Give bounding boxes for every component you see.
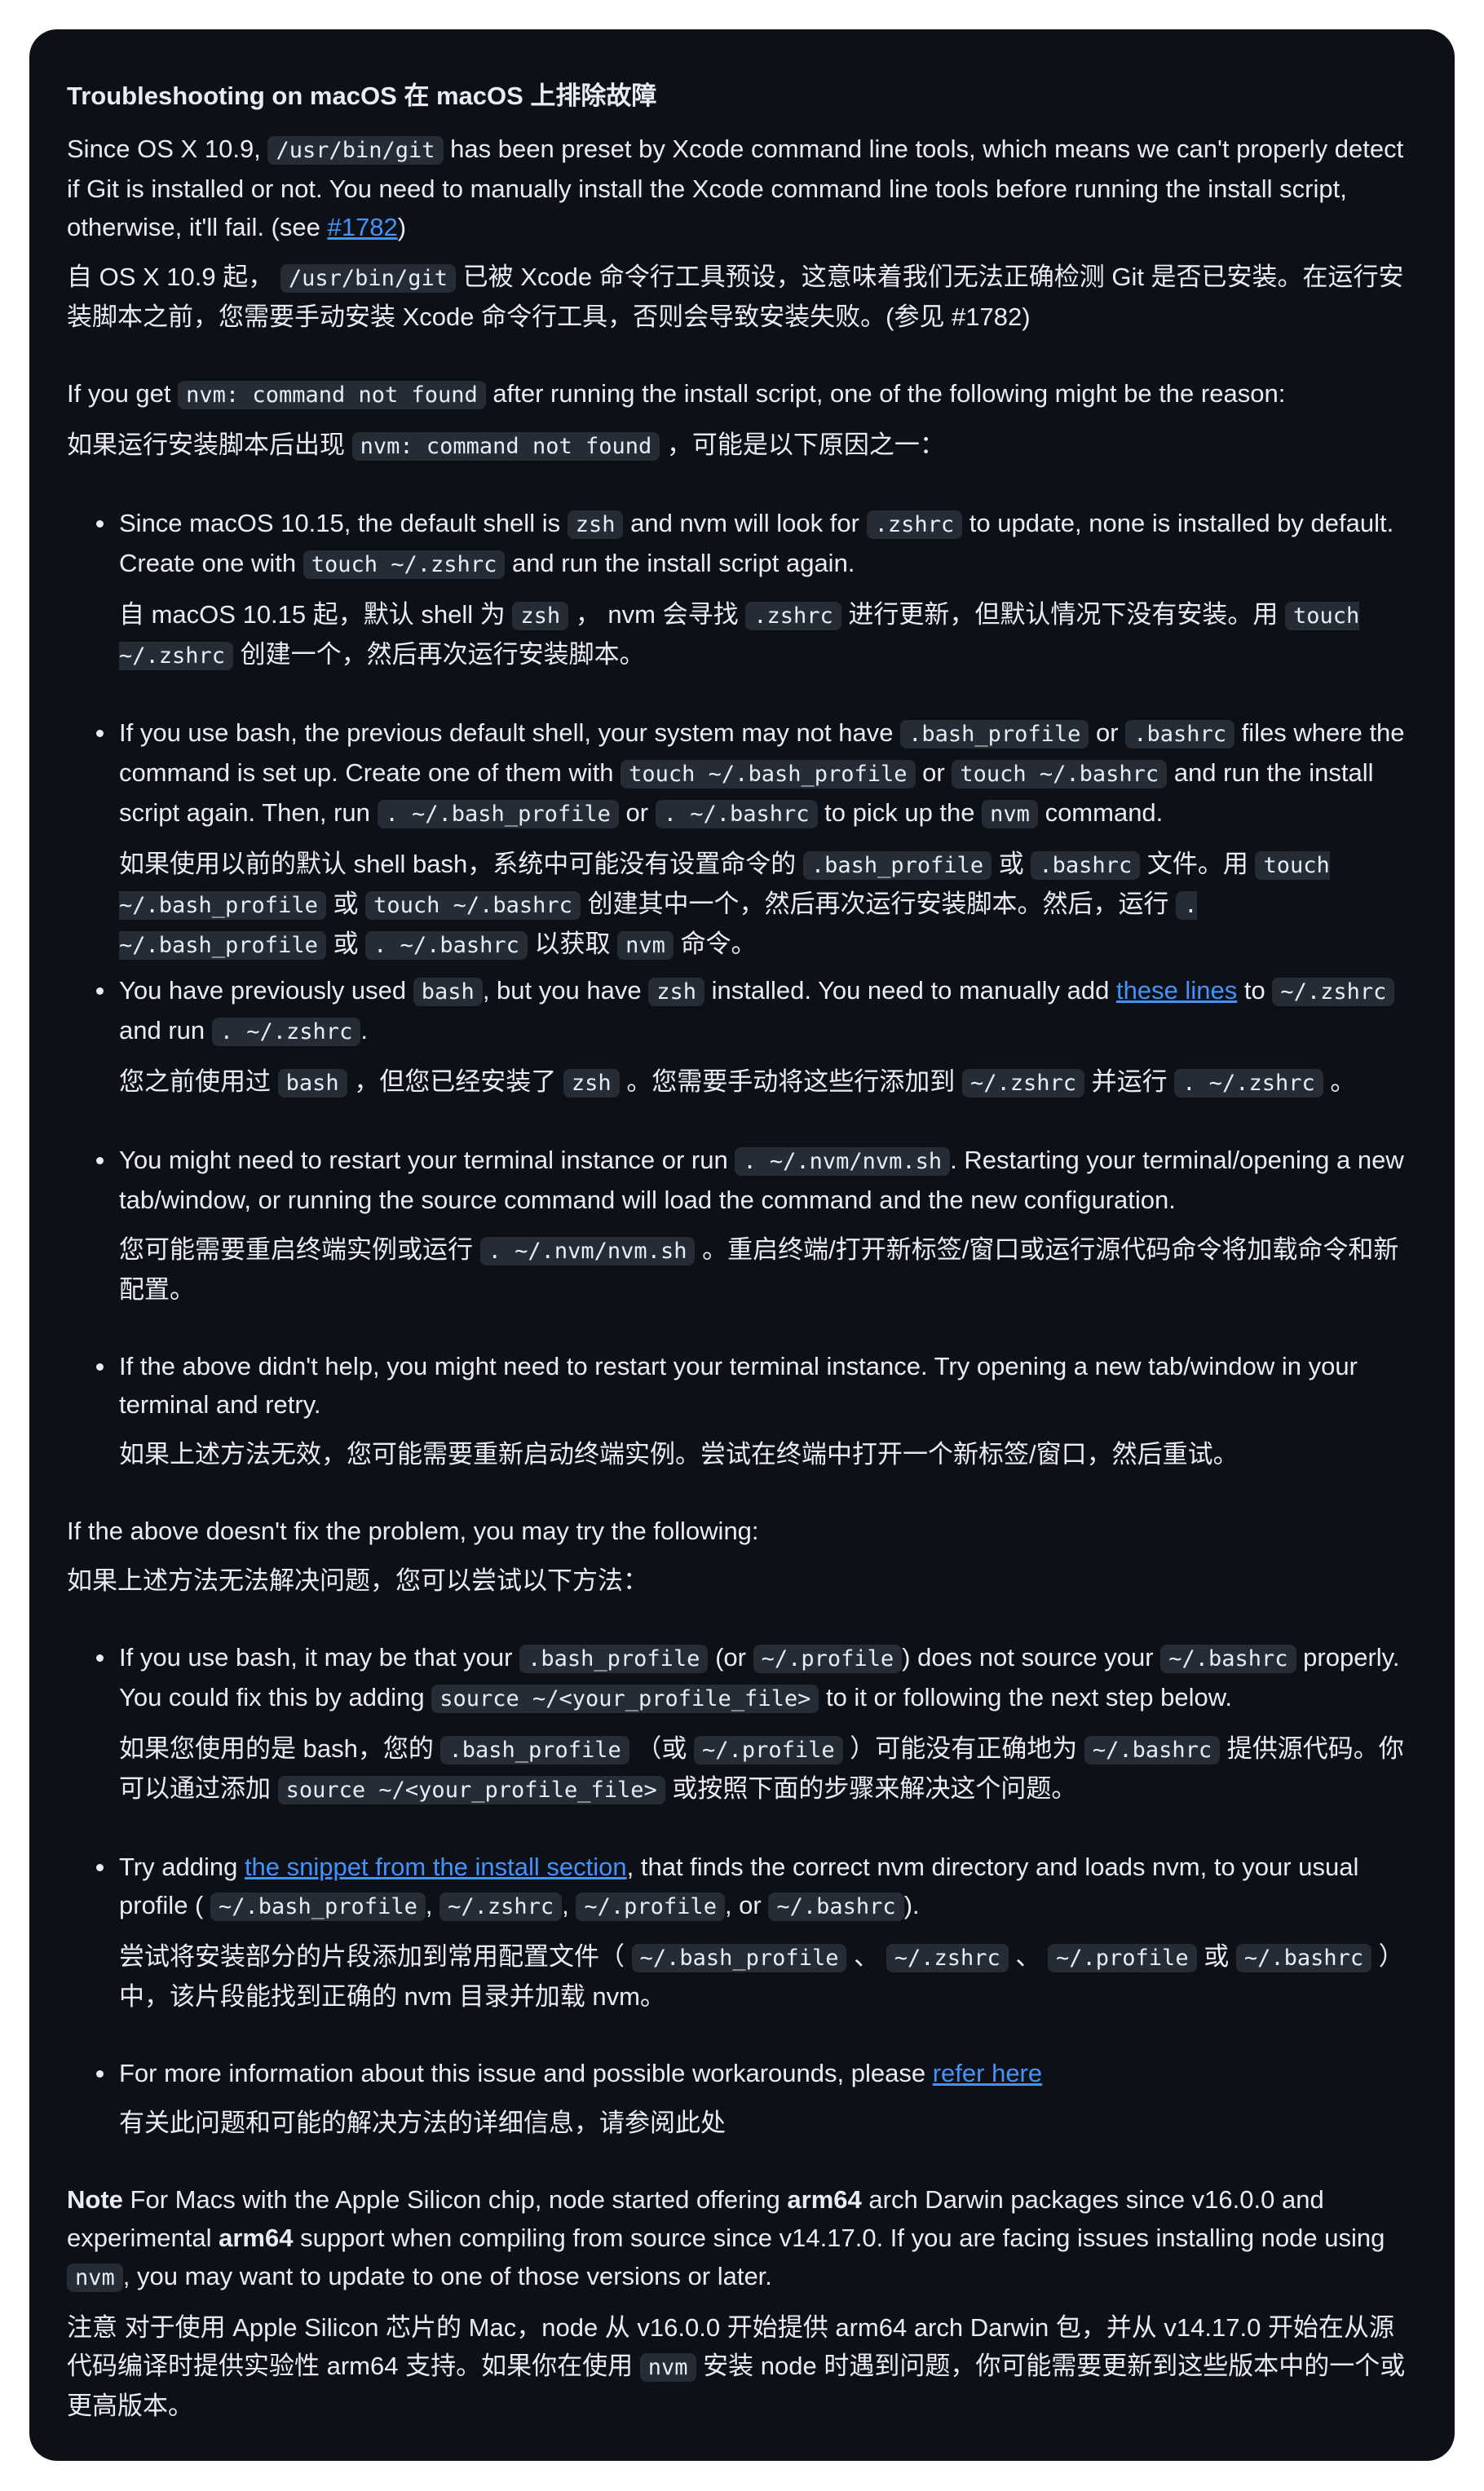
list-item: If you use bash, the previous default sh… <box>96 713 1417 965</box>
inline-code: .bashrc <box>1125 720 1235 749</box>
xcode-paragraph: Since OS X 10.9, /usr/bin/git has been p… <box>67 135 1404 241</box>
note-paragraph: Note For Macs with the Apple Silicon chi… <box>67 2185 1385 2292</box>
inline-code: . ~/.bashrc <box>365 931 528 960</box>
list-item: You might need to restart your terminal … <box>96 1141 1417 1347</box>
list-item: If you use bash, it may be that your .ba… <box>96 1638 1417 1848</box>
inline-code: ~/.bashrc <box>1235 1944 1372 1972</box>
inline-code: nvm: command not found <box>351 432 660 461</box>
inline-code: zsh <box>567 510 624 539</box>
fallback-paragraph: If the above doesn't fix the problem, yo… <box>67 1517 759 1545</box>
inline-code: .zshrc <box>745 602 841 630</box>
inline-code: . ~/.nvm/nvm.sh <box>735 1147 951 1176</box>
inline-code: nvm <box>67 2264 123 2292</box>
inline-code: zsh <box>648 978 704 1006</box>
inline-code: .bash_profile <box>900 720 1089 749</box>
inline-code: bash <box>413 978 483 1006</box>
xcode-paragraph-zh: 自 OS X 10.9 起， /usr/bin/git 已被 Xcode 命令行… <box>67 263 1404 331</box>
install-snippet-link[interactable]: the snippet from the install section <box>245 1853 627 1881</box>
inline-code: source ~/<your_profile_file> <box>431 1685 819 1713</box>
inline-code: bash <box>277 1069 347 1098</box>
inline-code: /usr/bin/git <box>267 136 444 165</box>
inline-code: /usr/bin/git <box>280 264 456 293</box>
inline-code: touch ~/.bashrc <box>365 891 581 920</box>
inline-code: source ~/<your_profile_file> <box>277 1776 665 1804</box>
list-item: You have previously used bash, but you h… <box>96 971 1417 1141</box>
refer-here-link[interactable]: refer here <box>933 2059 1042 2087</box>
inline-code: zsh <box>512 602 569 630</box>
reasons-list: Since macOS 10.15, the default shell is … <box>67 504 1417 1473</box>
inline-code: . ~/.nvm/nvm.sh <box>479 1237 696 1265</box>
fallback-paragraph-zh: 如果上述方法无法解决问题，您可以尝试以下方法： <box>67 1566 648 1595</box>
inline-code: . ~/.bashrc <box>655 800 818 828</box>
inline-code: .bash_profile <box>802 851 992 880</box>
inline-code: ~/.zshrc <box>439 1893 563 1921</box>
inline-code: ~/.zshrc <box>961 1069 1084 1098</box>
inline-code: ~/.zshrc <box>886 1944 1009 1972</box>
section-heading: Troubleshooting on macOS 在 macOS 上排除故障 <box>67 82 657 110</box>
fallback-list: If you use bash, it may be that your .ba… <box>67 1638 1417 2142</box>
list-item: Since macOS 10.15, the default shell is … <box>96 504 1417 713</box>
issue-link-1782[interactable]: #1782 <box>328 213 398 241</box>
inline-code: ~/.profile <box>1048 1944 1197 1972</box>
readme-card: Troubleshooting on macOS 在 macOS 上排除故障 S… <box>29 29 1455 2461</box>
inline-code: touch ~/.bashrc <box>952 760 1168 788</box>
these-lines-link[interactable]: these lines <box>1116 976 1237 1005</box>
list-item: If the above didn't help, you might need… <box>96 1347 1417 1473</box>
inline-code: nvm: command not found <box>178 381 486 409</box>
inline-code: ~/.bashrc <box>1084 1736 1221 1764</box>
not-found-paragraph: If you get nvm: command not found after … <box>67 379 1286 409</box>
inline-code: ~/.bashrc <box>1160 1645 1296 1673</box>
note-paragraph-zh: 注意 对于使用 Apple Silicon 芯片的 Mac，node 从 v16… <box>67 2313 1406 2420</box>
list-item: For more information about this issue an… <box>96 2054 1417 2142</box>
inline-code: zsh <box>563 1069 620 1098</box>
inline-code: . ~/.zshrc <box>211 1018 361 1046</box>
inline-code: . ~/.bash_profile <box>377 800 619 828</box>
inline-code: nvm <box>617 931 674 960</box>
inline-code: .bash_profile <box>440 1736 629 1764</box>
inline-code: .bash_profile <box>519 1645 709 1673</box>
inline-code: touch ~/.bash_profile <box>621 760 916 788</box>
inline-code: ~/.profile <box>753 1645 903 1673</box>
inline-code: ~/.bash_profile <box>210 1893 426 1921</box>
list-item: Try adding the snippet from the install … <box>96 1848 1417 2054</box>
inline-code: .zshrc <box>866 510 963 539</box>
inline-code: ~/.bashrc <box>768 1893 904 1921</box>
inline-code: touch ~/.zshrc <box>303 550 506 579</box>
inline-code: .bashrc <box>1031 851 1141 880</box>
inline-code: ~/.bash_profile <box>631 1944 847 1972</box>
inline-code: ~/.zshrc <box>1272 978 1395 1006</box>
inline-code: ~/.profile <box>694 1736 843 1764</box>
not-found-paragraph-zh: 如果运行安装脚本后出现 nvm: command not found ，可能是以… <box>67 431 945 461</box>
inline-code: ~/.profile <box>576 1893 725 1921</box>
inline-code: . ~/.zshrc <box>1174 1069 1323 1098</box>
note-label: Note <box>67 2185 123 2214</box>
inline-code: nvm <box>639 2353 696 2382</box>
inline-code: nvm <box>982 800 1038 828</box>
